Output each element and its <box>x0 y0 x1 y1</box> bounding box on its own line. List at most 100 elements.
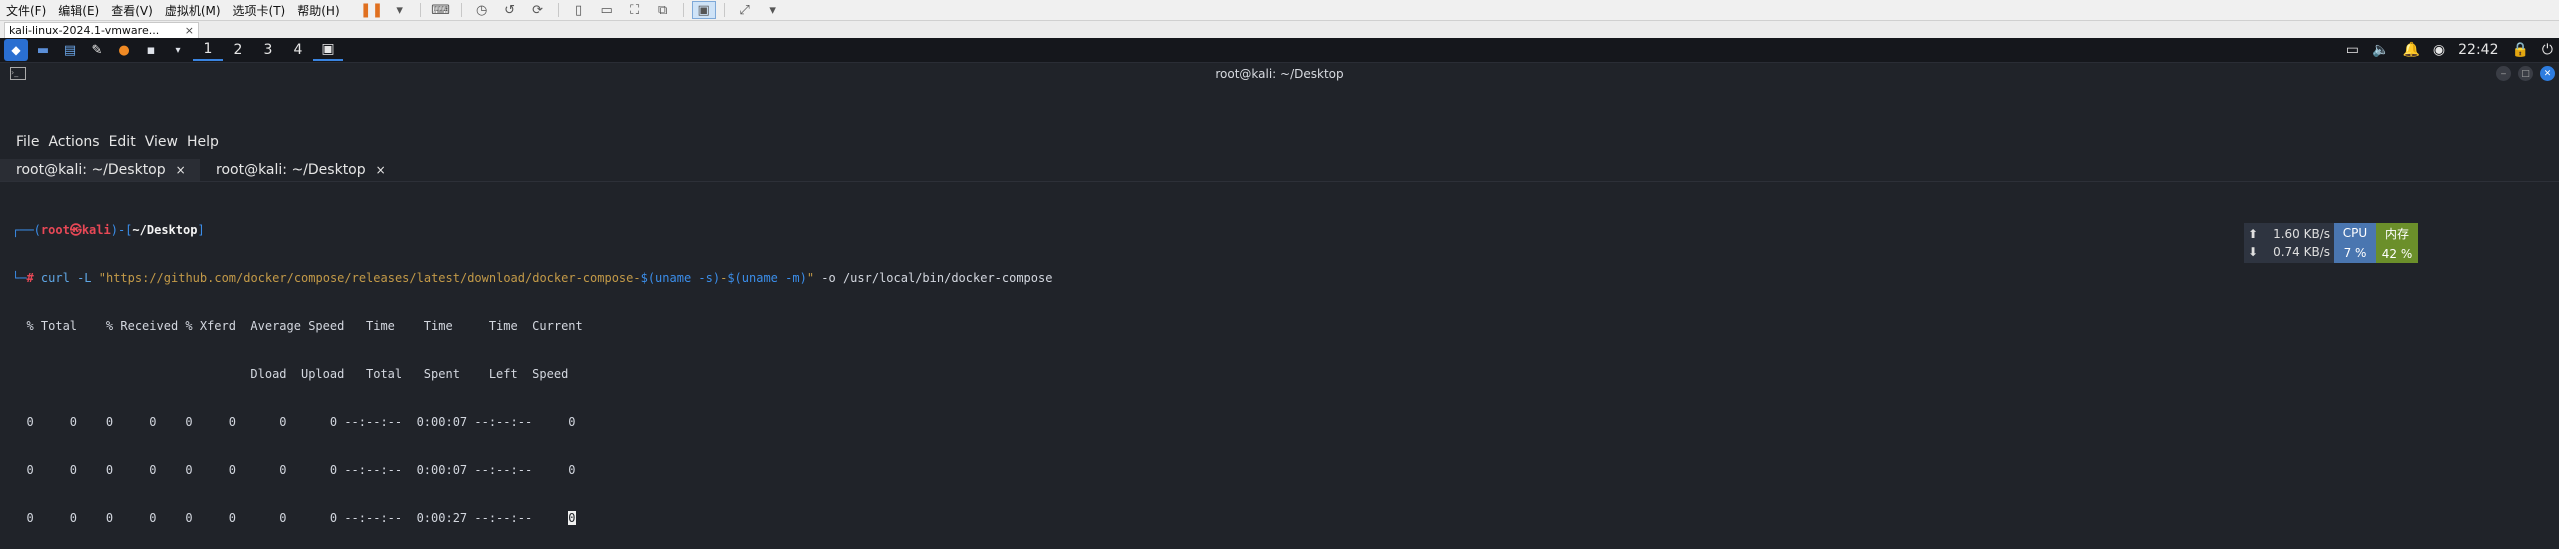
fullscreen-icon[interactable]: ⛶ <box>623 1 647 19</box>
terminal-tab[interactable]: root@kali: ~/Desktop × <box>200 159 400 181</box>
menu-edit[interactable]: Edit <box>109 134 145 150</box>
dropdown-icon[interactable]: ▾ <box>761 1 785 19</box>
vm-tab-kali[interactable]: kali-linux-2024.1-vmware... × <box>4 22 199 38</box>
output-line: 0 0 0 0 0 0 0 0 --:--:-- 0:00:27 --:--:-… <box>12 511 569 525</box>
network-monitor: ⬆ 1.60 KB/s ⬇ 0.74 KB/s <box>2244 223 2334 263</box>
menu-edit[interactable]: 编辑(E) <box>52 2 105 19</box>
cpu-monitor: CPU 7 % <box>2334 223 2376 263</box>
output-line: Dload Upload Total Spent Left Speed <box>12 367 569 381</box>
unity-icon[interactable]: ⧉ <box>651 1 675 19</box>
show-desktop-icon[interactable]: ▬ <box>31 39 55 61</box>
prompt-line: ┌──(root㉿kali)-[~/Desktop] <box>12 223 205 237</box>
output-line: 0 0 0 0 0 0 0 0 --:--:-- 0:00:07 --:--:-… <box>12 463 576 477</box>
restore-snapshot-icon[interactable]: ↺ <box>498 1 522 19</box>
menu-tabs[interactable]: 选项卡(T) <box>227 2 292 19</box>
send-keys-icon[interactable]: ⌨ <box>429 1 453 19</box>
cmd-option: -L <box>77 271 92 285</box>
prompt-host: kali <box>81 223 111 237</box>
upload-arrow-icon: ⬆ <box>2248 227 2259 241</box>
firefox-icon[interactable]: ● <box>112 39 136 61</box>
power-manager-icon[interactable]: ◉ <box>2433 42 2445 58</box>
divider <box>723 3 725 17</box>
pause-icon[interactable]: ❚❚ <box>360 1 384 19</box>
screen-icon[interactable]: ▭ <box>2346 42 2359 58</box>
menu-view[interactable]: 查看(V) <box>105 2 159 19</box>
output-line: 0 0 0 0 0 0 0 0 --:--:-- 0:00:07 --:--:-… <box>12 415 576 429</box>
cpu-label: CPU <box>2342 226 2368 240</box>
volume-icon[interactable]: 🔈 <box>2372 42 2389 58</box>
window-title: root@kali: ~/Desktop <box>1215 67 1344 81</box>
output-line-last: 0 0 0 0 0 0 0 0 --:--:-- 0:00:27 --:--:-… <box>12 510 1052 526</box>
vmware-menubar: 文件(F) 编辑(E) 查看(V) 虚拟机(M) 选项卡(T) 帮助(H) ❚❚… <box>0 0 2559 21</box>
memory-label: 内存 <box>2384 227 2409 242</box>
cursor: 0 <box>568 511 576 525</box>
system-monitor-widget: ⬆ 1.60 KB/s ⬇ 0.74 KB/s CPU 7 % 内存 42 % <box>2244 223 2418 263</box>
workspace-2[interactable]: 2 <box>223 39 253 61</box>
download-arrow-icon: ⬇ <box>2248 245 2259 259</box>
dropdown-icon[interactable]: ▾ <box>388 1 412 19</box>
close-button[interactable]: ✕ <box>2540 66 2555 81</box>
download-speed: 0.74 KB/s <box>2273 245 2330 259</box>
chevron-down-icon[interactable]: ▾ <box>166 39 190 61</box>
terminal-tab[interactable]: root@kali: ~/Desktop × <box>0 159 200 181</box>
notification-icon[interactable]: 🔔 <box>2402 42 2419 58</box>
memory-monitor: 内存 42 % <box>2376 223 2418 263</box>
clock[interactable]: 22:42 <box>2458 42 2498 58</box>
terminal-output[interactable]: ┌──(root㉿kali)-[~/Desktop] └─# curl -L "… <box>12 190 1052 542</box>
console-view-icon[interactable]: ▣ <box>691 1 716 19</box>
close-icon[interactable]: × <box>376 163 386 177</box>
prompt-symbol: # <box>26 271 34 285</box>
workspace-3[interactable]: 3 <box>253 39 283 61</box>
menu-vm[interactable]: 虚拟机(M) <box>159 2 227 19</box>
divider <box>460 3 462 17</box>
text-editor-icon[interactable]: ✎ <box>85 39 109 61</box>
workspace-4[interactable]: 4 <box>283 39 313 61</box>
menu-file[interactable]: File <box>0 134 48 150</box>
vmware-tab-strip: kali-linux-2024.1-vmware... × <box>0 21 2559 38</box>
minimize-button[interactable]: ‒ <box>2496 66 2511 81</box>
stretch-icon[interactable]: ⤢ <box>733 1 757 19</box>
lock-icon[interactable]: 🔒 <box>2511 42 2528 58</box>
file-manager-icon[interactable]: ▤ <box>58 39 82 61</box>
kali-menu-icon[interactable]: ◆ <box>4 39 28 61</box>
menu-view[interactable]: View <box>145 134 187 150</box>
terminal-tabs: root@kali: ~/Desktop × root@kali: ~/Desk… <box>0 159 2559 182</box>
maximize-button[interactable]: □ <box>2518 66 2533 81</box>
vm-tab-label: kali-linux-2024.1-vmware... <box>9 24 160 37</box>
divider <box>682 3 684 17</box>
logout-icon[interactable]: ⏻ <box>2542 42 2553 58</box>
terminal-titlebar: ›_ root@kali: ~/Desktop ‒ □ ✕ <box>0 63 2559 85</box>
output-line: % Total % Received % Xferd Average Speed… <box>12 319 583 333</box>
divider <box>419 3 421 17</box>
kali-panel: ◆ ▬ ▤ ✎ ● ▪ ▾ 1 2 3 4 ▣ ▭ 🔈 🔔 ◉ 22:42 🔒 … <box>0 38 2559 63</box>
command-line: └─# curl -L "https://github.com/docker/c… <box>12 271 1053 285</box>
cpu-value: 7 % <box>2343 246 2367 260</box>
cmd-rest: -o /usr/local/bin/docker-compose <box>814 271 1053 285</box>
snapshot-manager-icon[interactable]: ⟳ <box>526 1 550 19</box>
terminal-window-icon: ›_ <box>10 67 26 80</box>
upload-speed: 1.60 KB/s <box>2273 227 2330 241</box>
cmd-name: curl <box>40 271 70 285</box>
menu-actions[interactable]: Actions <box>48 134 108 150</box>
cmd-subst-os: $(uname -s) <box>640 271 721 285</box>
library-icon[interactable]: ▯ <box>567 1 591 19</box>
menu-help[interactable]: Help <box>187 134 228 150</box>
cmd-quote: " <box>806 271 815 285</box>
taskbar-terminal-icon[interactable]: ▣ <box>313 39 343 61</box>
close-icon[interactable]: × <box>176 163 186 177</box>
prompt-path: ~/Desktop <box>132 223 198 237</box>
terminal-icon[interactable]: ▪ <box>139 39 163 61</box>
snapshot-icon[interactable]: ◷ <box>470 1 494 19</box>
workspace-1[interactable]: 1 <box>193 39 223 61</box>
thumbnail-bar-icon[interactable]: ▭ <box>595 1 619 19</box>
close-icon[interactable]: × <box>185 24 194 37</box>
menu-file[interactable]: 文件(F) <box>0 2 52 19</box>
tab-label: root@kali: ~/Desktop <box>16 162 166 178</box>
memory-value: 42 % <box>2381 246 2413 261</box>
tab-label: root@kali: ~/Desktop <box>216 162 366 178</box>
cmd-url: "https://github.com/docker/compose/relea… <box>98 271 641 285</box>
cmd-subst-arch: $(uname -m) <box>727 271 807 285</box>
terminal-menubar: File Actions Edit View Help <box>0 132 228 152</box>
divider <box>557 3 559 17</box>
menu-help[interactable]: 帮助(H) <box>291 2 345 19</box>
